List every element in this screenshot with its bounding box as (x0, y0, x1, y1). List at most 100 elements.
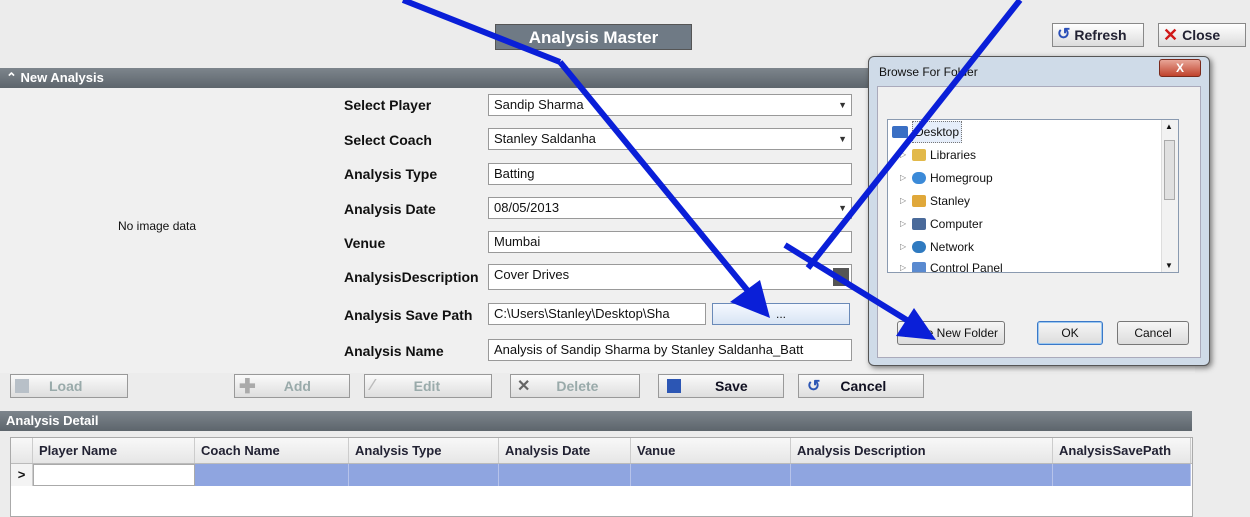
table-row[interactable]: > (11, 464, 1192, 486)
undo-icon: ↺ (807, 378, 821, 395)
tree-item-label: Stanley (930, 194, 971, 208)
desktop-icon (892, 126, 908, 138)
table-cell[interactable] (631, 464, 791, 486)
load-button[interactable]: Load (10, 374, 128, 398)
browse-folder-dialog: Browse For Folder X Desktop ▷ Libraries … (868, 56, 1210, 366)
chevron-down-icon: ▼ (838, 203, 847, 213)
chevron-down-icon: ▼ (838, 134, 847, 144)
row-indicator: > (11, 464, 33, 486)
save-label: Save (715, 378, 748, 394)
analysis-name-field[interactable]: Analysis of Sandip Sharma by Stanley Sal… (488, 339, 852, 361)
image-placeholder: No image data (118, 219, 197, 233)
close-label: Close (1182, 27, 1221, 43)
folder-tree[interactable]: Desktop ▷ Libraries ▷ Homegroup ▷ Stanle… (887, 119, 1179, 273)
description-scroll-handle[interactable] (833, 268, 849, 286)
browse-button[interactable]: ... (712, 303, 850, 325)
table-cell[interactable] (349, 464, 499, 486)
tree-item-control-panel[interactable]: ▷ Control Panel (900, 258, 1003, 273)
table-cell[interactable] (791, 464, 1053, 486)
player-label: Select Player (344, 97, 432, 113)
scroll-down-icon[interactable]: ▼ (1165, 261, 1173, 270)
player-value: Sandip Sharma (494, 97, 584, 112)
column-header[interactable]: Analysis Type (349, 438, 499, 463)
coach-select[interactable]: Stanley Saldanha ▼ (488, 128, 852, 150)
tree-item-label: Computer (930, 217, 983, 231)
dialog-cancel-button[interactable]: Cancel (1117, 321, 1189, 345)
edit-button[interactable]: ⁄ Edit (364, 374, 492, 398)
new-analysis-title: New Analysis (20, 70, 104, 85)
dialog-close-button[interactable]: X (1159, 59, 1201, 77)
refresh-button[interactable]: ↺ Refresh (1052, 23, 1144, 47)
column-header[interactable]: AnalysisSavePath (1053, 438, 1191, 463)
tree-item-label: Desktop (912, 121, 963, 143)
ok-button[interactable]: OK (1037, 321, 1103, 345)
tree-item-label: Control Panel (930, 261, 1003, 273)
analysis-detail-header: Analysis Detail (0, 411, 1192, 431)
table-cell[interactable] (499, 464, 631, 486)
expand-icon: ▷ (900, 219, 907, 228)
tree-item-stanley[interactable]: ▷ Stanley (900, 191, 970, 211)
add-button[interactable]: ✚ Add (234, 374, 350, 398)
save-path-field[interactable]: C:\Users\Stanley\Desktop\Sha (488, 303, 706, 325)
libraries-icon (912, 149, 926, 161)
plus-icon: ✚ (239, 375, 256, 398)
column-header[interactable]: Player Name (33, 438, 195, 463)
column-header[interactable]: Analysis Date (499, 438, 631, 463)
expand-icon: ▷ (900, 242, 907, 251)
delete-icon: ✕ (517, 378, 531, 395)
page-title: Analysis Master (495, 24, 692, 50)
venue-label: Venue (344, 235, 386, 251)
analysis-type-field[interactable]: Batting (488, 163, 852, 185)
scroll-up-icon[interactable]: ▲ (1165, 122, 1173, 131)
tree-item-network[interactable]: ▷ Network (900, 237, 974, 257)
venue-field[interactable]: Mumbai (488, 231, 852, 253)
description-field[interactable]: Cover Drives (488, 264, 852, 290)
table-cell[interactable] (33, 464, 195, 486)
table-cell[interactable] (195, 464, 349, 486)
load-label: Load (49, 378, 83, 394)
chevron-down-icon: ▼ (838, 100, 847, 110)
edit-label: Edit (413, 378, 441, 394)
edit-icon: ⁄ (371, 377, 374, 394)
tree-item-desktop[interactable]: Desktop (892, 121, 963, 143)
tree-scrollbar[interactable]: ▲ ▼ (1161, 120, 1178, 272)
description-value: Cover Drives (494, 267, 570, 282)
add-label: Add (283, 378, 311, 394)
tree-item-computer[interactable]: ▷ Computer (900, 214, 983, 234)
tree-item-homegroup[interactable]: ▷ Homegroup (900, 168, 993, 188)
save-button[interactable]: Save (658, 374, 784, 398)
column-header[interactable]: Coach Name (195, 438, 349, 463)
row-header-corner (11, 438, 33, 463)
close-icon: ✕ (1163, 25, 1179, 45)
coach-label: Select Coach (344, 132, 432, 148)
column-header[interactable]: Vanue (631, 438, 791, 463)
scroll-thumb[interactable] (1164, 140, 1175, 200)
date-value: 08/05/2013 (494, 200, 560, 215)
date-label: Analysis Date (344, 201, 436, 217)
player-select[interactable]: Sandip Sharma ▼ (488, 94, 852, 116)
save-icon (667, 379, 681, 393)
grid-header: Player Name Coach Name Analysis Type Ana… (11, 438, 1192, 464)
control-panel-icon (912, 262, 926, 272)
expand-icon: ▷ (900, 263, 907, 272)
cancel-label: Cancel (840, 378, 887, 394)
homegroup-icon (912, 172, 926, 184)
load-icon (15, 379, 29, 393)
make-new-folder-button[interactable]: Make New Folder (897, 321, 1005, 345)
delete-label: Delete (556, 378, 599, 394)
computer-icon (912, 218, 926, 230)
cancel-button[interactable]: ↺ Cancel (798, 374, 924, 398)
column-header[interactable]: Analysis Description (791, 438, 1053, 463)
close-button[interactable]: ✕ Close (1158, 23, 1246, 47)
tree-item-libraries[interactable]: ▷ Libraries (900, 145, 976, 165)
dialog-title: Browse For Folder (879, 65, 978, 79)
tree-item-label: Libraries (930, 148, 977, 162)
refresh-label: Refresh (1074, 27, 1127, 43)
delete-button[interactable]: ✕ Delete (510, 374, 640, 398)
analysis-detail-grid[interactable]: Player Name Coach Name Analysis Type Ana… (10, 437, 1193, 517)
tree-item-label: Homegroup (930, 171, 993, 185)
type-label: Analysis Type (344, 166, 438, 182)
expand-icon: ▷ (900, 173, 907, 182)
table-cell[interactable] (1053, 464, 1191, 486)
analysis-date-field[interactable]: 08/05/2013 ▼ (488, 197, 852, 219)
